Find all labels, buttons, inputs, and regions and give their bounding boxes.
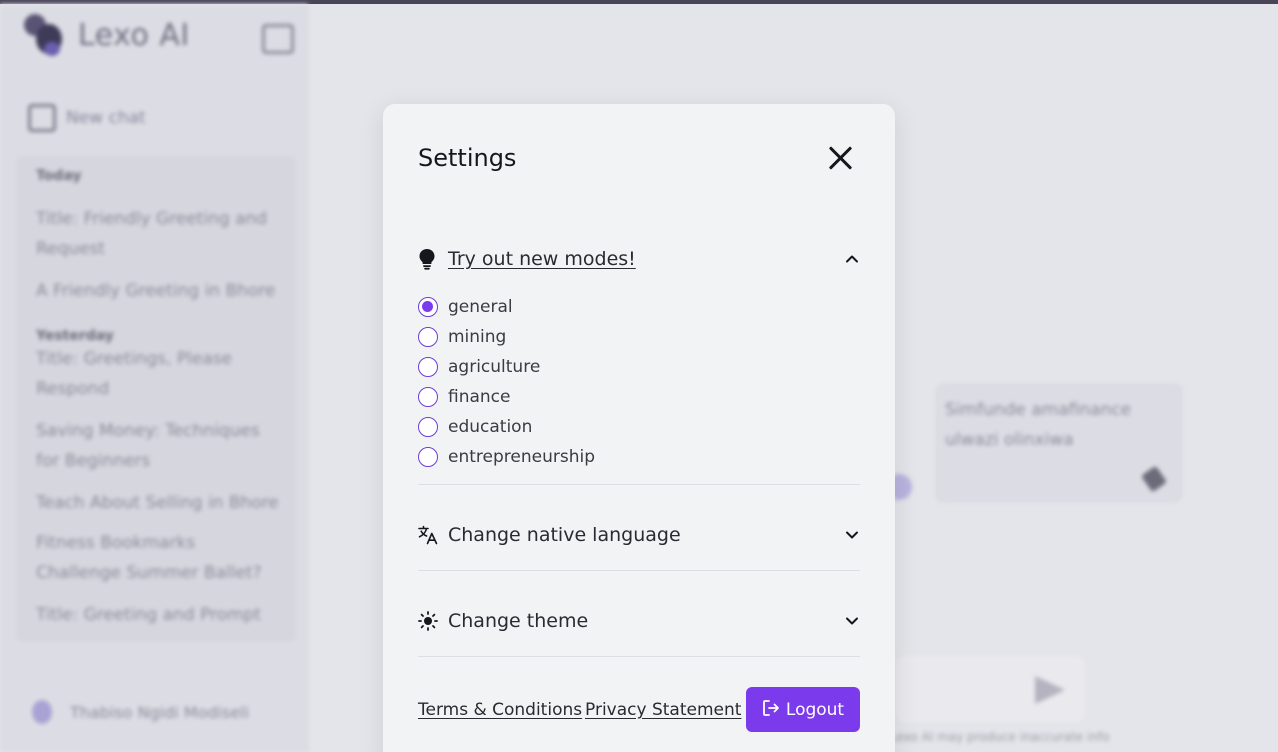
modal-title: Settings — [418, 144, 517, 172]
mode-option-education[interactable]: education — [418, 412, 595, 442]
chevron-up-icon[interactable] — [844, 251, 860, 267]
history-item[interactable]: A Friendly Greeting in Bhore — [36, 276, 281, 306]
modal-footer: Terms & Conditions Privacy Statement Log… — [418, 687, 860, 733]
radio-button[interactable] — [418, 447, 438, 467]
privacy-link[interactable]: Privacy Statement — [585, 700, 741, 720]
history-item[interactable]: Saving Money: Techniques for Beginners — [36, 416, 281, 476]
chat-input[interactable] — [895, 656, 1085, 722]
chevron-down-icon[interactable] — [844, 527, 860, 543]
translate-icon — [418, 524, 440, 546]
send-icon[interactable] — [1035, 676, 1065, 704]
mode-option-label: mining — [448, 327, 507, 347]
radio-button-selected[interactable] — [418, 297, 438, 317]
terms-link[interactable]: Terms & Conditions — [418, 700, 582, 720]
mode-option-agriculture[interactable]: agriculture — [418, 352, 595, 382]
language-section-header[interactable]: Change native language — [418, 519, 860, 551]
divider — [418, 656, 860, 657]
history-item[interactable]: Title: Greeting and Prompt — [36, 600, 281, 630]
close-icon[interactable] — [826, 143, 856, 173]
radio-button[interactable] — [418, 357, 438, 377]
mode-option-label: general — [448, 297, 513, 317]
new-chat-icon — [28, 104, 56, 132]
logout-icon — [762, 699, 780, 721]
language-section-label[interactable]: Change native language — [448, 524, 681, 546]
history-item[interactable]: Teach About Selling in Bhore — [36, 488, 281, 518]
disclaimer-text: Lexo AI may produce inaccurate info — [890, 730, 1110, 744]
modes-section-label[interactable]: Try out new modes! — [448, 248, 636, 270]
new-chat-button[interactable]: New chat — [28, 104, 146, 132]
app-name: Lexo AI — [78, 17, 190, 53]
mode-option-finance[interactable]: finance — [418, 382, 595, 412]
tag-icon — [1140, 465, 1168, 493]
logout-button[interactable]: Logout — [746, 687, 860, 732]
mode-option-label: entrepreneurship — [448, 447, 595, 467]
history-group-today: Today — [36, 168, 82, 184]
lightbulb-icon — [418, 248, 440, 270]
user-name: Thabiso Ngidi Modiseli — [70, 702, 250, 722]
history-item[interactable]: Title: Greetings, Please Respond — [36, 344, 281, 404]
chevron-down-icon[interactable] — [844, 613, 860, 629]
mode-options: general mining agriculture finance educa… — [418, 292, 595, 472]
suggestion-card-text: Simfunde amafinance ulwazi olinxiwa — [945, 400, 1132, 450]
user-profile[interactable]: Thabiso Ngidi Modiseli — [32, 700, 249, 724]
settings-modal: Settings Try out new modes! general mini… — [383, 104, 895, 752]
app-logo: Lexo AI — [22, 12, 190, 58]
new-chat-label: New chat — [66, 108, 146, 128]
sun-icon — [418, 610, 440, 632]
mode-option-label: agriculture — [448, 357, 541, 377]
theme-section-label[interactable]: Change theme — [448, 610, 588, 632]
divider — [418, 570, 860, 571]
radio-button[interactable] — [418, 387, 438, 407]
theme-section-header[interactable]: Change theme — [418, 605, 860, 637]
mode-option-label: finance — [448, 387, 511, 407]
radio-button[interactable] — [418, 417, 438, 437]
suggestion-card[interactable]: Simfunde amafinance ulwazi olinxiwa — [936, 384, 1182, 502]
mode-option-entrepreneurship[interactable]: entrepreneurship — [418, 442, 595, 472]
chat-history: Today Title: Friendly Greeting and Reque… — [16, 156, 296, 642]
logo-icon — [22, 12, 68, 58]
divider — [418, 484, 860, 485]
mode-option-general[interactable]: general — [418, 292, 595, 322]
mode-option-mining[interactable]: mining — [418, 322, 595, 352]
history-group-yesterday: Yesterday — [36, 328, 114, 344]
sidebar: Lexo AI New chat Today Title: Friendly G… — [0, 4, 308, 752]
modes-section-header[interactable]: Try out new modes! — [418, 243, 860, 275]
avatar — [32, 700, 52, 724]
radio-button[interactable] — [418, 327, 438, 347]
sidebar-toggle-icon[interactable] — [262, 24, 294, 54]
history-item[interactable]: Fitness Bookmarks Challenge Summer Balle… — [36, 528, 281, 588]
history-item[interactable]: Title: Friendly Greeting and Request — [36, 204, 281, 264]
mode-option-label: education — [448, 417, 533, 437]
logout-label: Logout — [785, 699, 845, 720]
